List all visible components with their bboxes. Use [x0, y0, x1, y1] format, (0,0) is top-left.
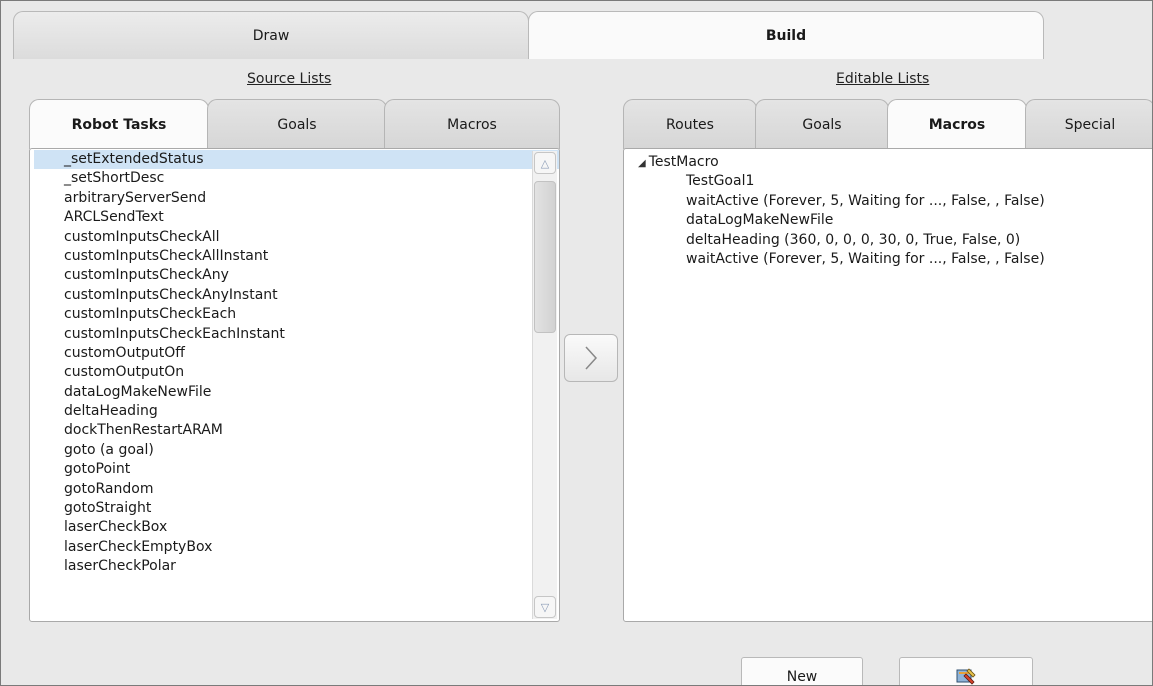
tab-routes-label: Routes — [666, 116, 714, 133]
task-list-item[interactable]: dockThenRestartARAM — [34, 421, 559, 440]
tab-draw[interactable]: Draw — [13, 11, 529, 59]
task-list-item[interactable]: customInputsCheckEachInstant — [34, 325, 559, 344]
vertical-scrollbar[interactable]: △ ▽ — [532, 151, 557, 619]
tab-editable-macros-label: Macros — [928, 116, 986, 133]
tab-special[interactable]: Special — [1025, 99, 1152, 149]
tab-source-macros-label: Macros — [447, 116, 497, 133]
tab-robot-tasks[interactable]: Robot Tasks — [29, 99, 209, 149]
editable-lists-title: Editable Lists — [836, 71, 930, 87]
task-list-item[interactable]: customOutputOn — [34, 363, 559, 382]
tab-draw-label: Draw — [252, 27, 290, 44]
tab-build-label: Build — [765, 27, 807, 44]
tab-source-macros[interactable]: Macros — [384, 99, 560, 149]
task-list-item[interactable]: customInputsCheckAnyInstant — [34, 286, 559, 305]
robot-tasks-list[interactable]: _setExtendedStatus _setShortDesc arbitrary… — [29, 148, 560, 622]
task-list-item[interactable]: gotoStraight — [34, 499, 559, 518]
task-list-item[interactable]: laserCheckBox — [34, 518, 559, 537]
chevron-right-icon — [585, 346, 598, 370]
task-list-item[interactable]: laserCheckPolar — [34, 557, 559, 576]
scroll-up-button[interactable]: △ — [534, 152, 556, 174]
chevron-down-icon: ▽ — [540, 600, 550, 614]
task-list-item[interactable]: deltaHeading — [34, 402, 559, 421]
source-lists-title: Source Lists — [247, 71, 332, 87]
task-list-item[interactable]: gotoPoint — [34, 460, 559, 479]
tab-source-goals-label: Goals — [277, 116, 317, 133]
edit-tool-icon — [956, 668, 976, 685]
tree-child-item[interactable]: dataLogMakeNewFile — [638, 211, 1045, 230]
add-to-list-button[interactable] — [564, 334, 618, 382]
tab-routes[interactable]: Routes — [623, 99, 757, 149]
new-button-label: New — [786, 669, 818, 685]
app-window: Draw Build Source Lists Editable Lists R… — [0, 0, 1153, 686]
task-list-item[interactable]: _setShortDesc — [34, 169, 559, 188]
tab-editable-macros[interactable]: Macros — [887, 99, 1027, 149]
tree-child-item[interactable]: TestGoal1 — [638, 172, 1045, 191]
task-list-item[interactable]: laserCheckEmptyBox — [34, 538, 559, 557]
task-list-item[interactable]: goto (a goal) — [34, 441, 559, 460]
scroll-thumb[interactable] — [534, 181, 556, 333]
macro-tree: ◢ TestMacro TestGoal1 waitActive (Forever… — [638, 153, 1045, 269]
tab-editable-goals-label: Goals — [802, 116, 842, 133]
tree-child-item[interactable]: waitActive (Forever, 5, Waiting for ...,… — [638, 250, 1045, 269]
task-list-item[interactable]: customInputsCheckAny — [34, 266, 559, 285]
tab-build[interactable]: Build — [528, 11, 1044, 59]
edit-button[interactable] — [899, 657, 1033, 685]
chevron-up-icon: △ — [540, 156, 550, 170]
tab-robot-tasks-label: Robot Tasks — [71, 116, 167, 133]
tab-source-goals[interactable]: Goals — [207, 99, 387, 149]
task-list-item[interactable]: gotoRandom — [34, 480, 559, 499]
task-list-item[interactable]: customInputsCheckEach — [34, 305, 559, 324]
scroll-down-button[interactable]: ▽ — [534, 596, 556, 618]
tree-root-label: TestMacro — [648, 154, 719, 170]
expand-triangle-icon[interactable]: ◢ — [638, 158, 646, 169]
tree-root-item[interactable]: ◢ TestMacro — [638, 153, 1045, 172]
task-list-item[interactable]: dataLogMakeNewFile — [34, 383, 559, 402]
macros-tree[interactable]: ◢ TestMacro TestGoal1 waitActive (Forever… — [623, 148, 1152, 622]
task-list-item[interactable]: ARCLSendText — [34, 208, 559, 227]
tab-special-label: Special — [1064, 116, 1116, 133]
tree-child-item[interactable]: waitActive (Forever, 5, Waiting for ...,… — [638, 192, 1045, 211]
source-list-items: _setExtendedStatus _setShortDesc arbitrary… — [34, 150, 559, 577]
task-list-item[interactable]: customOutputOff — [34, 344, 559, 363]
task-list-item[interactable]: _setExtendedStatus — [34, 150, 559, 170]
new-button[interactable]: New — [741, 657, 863, 685]
task-list-item[interactable]: customInputsCheckAll — [34, 228, 559, 247]
tree-child-item[interactable]: deltaHeading (360, 0, 0, 0, 30, 0, True,… — [638, 231, 1045, 250]
task-list-item[interactable]: customInputsCheckAllInstant — [34, 247, 559, 266]
task-list-item[interactable]: arbitraryServerSend — [34, 189, 559, 208]
tab-editable-goals[interactable]: Goals — [755, 99, 889, 149]
